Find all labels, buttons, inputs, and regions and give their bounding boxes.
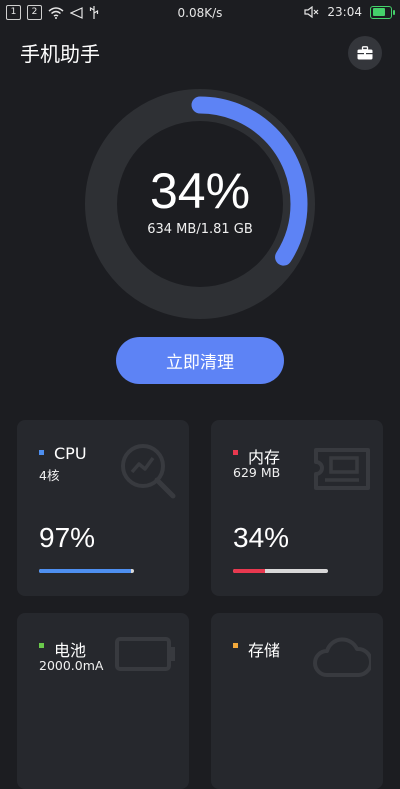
battery-status-icon: [370, 5, 395, 19]
mute-icon: [304, 6, 319, 18]
memory-usage-value: 34%: [233, 522, 290, 553]
ring-center: 34% 634 MB/1.81 GB: [85, 89, 315, 319]
clean-now-button[interactable]: 立即清理: [116, 337, 284, 384]
cloud-icon: [313, 637, 371, 677]
page-title: 手机助手: [20, 42, 100, 66]
battery-capacity: 2000.0mA: [39, 658, 104, 673]
memory-usage-ring: 34% 634 MB/1.81 GB: [85, 89, 315, 319]
toolbox-icon: [357, 46, 373, 60]
status-bar: 1 2 0.08K/s 23:04: [0, 0, 400, 26]
memory-dot: [233, 450, 238, 455]
battery-icon: [115, 637, 175, 671]
storage-label: 存储: [248, 641, 281, 660]
cpu-usage-bar: [39, 569, 134, 573]
cpu-dot: [39, 450, 44, 455]
storage-dot: [233, 643, 238, 648]
cpu-usage-bar-fill: [39, 569, 132, 573]
battery-card[interactable]: 电池 2000.0mA: [17, 613, 189, 789]
storage-card[interactable]: 存储: [211, 613, 383, 789]
toolbox-button[interactable]: [348, 36, 382, 70]
memory-card[interactable]: 内存 629 MB 34%: [211, 420, 383, 596]
memory-card-icon: [314, 448, 370, 490]
cpu-usage-value: 97%: [39, 522, 96, 553]
clock: 23:04: [327, 5, 362, 19]
chart-search-icon: [121, 444, 176, 499]
memory-used: 629 MB: [233, 465, 281, 480]
cpu-label: CPU: [54, 444, 87, 463]
memory-usage-bar-fill: [233, 569, 266, 573]
status-right: 23:04: [304, 5, 395, 19]
cpu-card[interactable]: CPU 4核 97%: [17, 420, 189, 596]
memory-usage-text: 634 MB/1.81 GB: [147, 221, 253, 237]
memory-percent: 34%: [149, 162, 251, 219]
cpu-cores: 4核: [39, 468, 60, 483]
memory-usage-bar: [233, 569, 328, 573]
battery-dot: [39, 643, 44, 648]
